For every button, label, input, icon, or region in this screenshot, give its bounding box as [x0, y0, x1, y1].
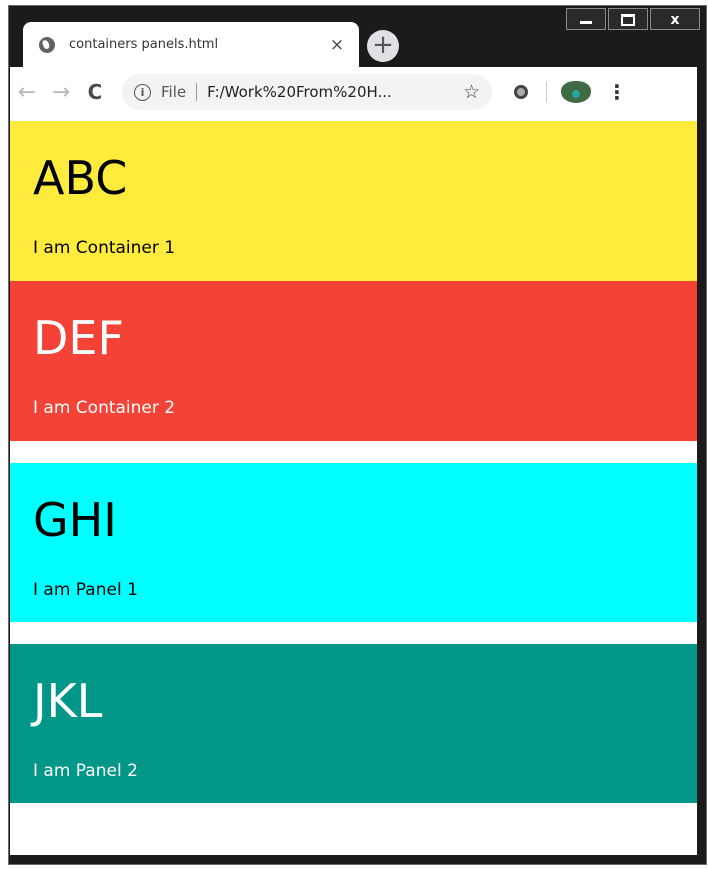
new-tab-button[interactable]: + — [367, 30, 399, 62]
profile-avatar[interactable] — [561, 81, 591, 103]
container-2-text: I am Container 2 — [33, 398, 176, 418]
extension-icon[interactable] — [514, 85, 528, 99]
container-1-heading: ABC — [33, 151, 128, 205]
address-bar[interactable]: i File F:/Work%20From%20H... ☆ — [122, 74, 492, 110]
panel-2-heading: JKL — [33, 674, 103, 728]
url-text[interactable]: F:/Work%20From%20H... — [207, 83, 463, 101]
container-2: DEF I am Container 2 — [10, 281, 697, 441]
scheme-label: File — [161, 83, 187, 101]
container-1-text: I am Container 1 — [33, 238, 176, 258]
tab-title: containers panels.html — [69, 37, 219, 52]
back-button[interactable]: ← — [10, 80, 44, 105]
minimize-icon — [580, 21, 592, 24]
menu-icon[interactable]: ⋮ — [607, 80, 627, 104]
panel-1-heading: GHI — [33, 493, 117, 547]
browser-toolbar: ← → C i File F:/Work%20From%20H... ☆ ⋮ — [10, 67, 697, 117]
panel-2-text: I am Panel 2 — [33, 761, 138, 781]
panel-1-text: I am Panel 1 — [33, 580, 138, 600]
toolbar-divider — [546, 82, 547, 102]
globe-icon — [39, 36, 55, 53]
info-icon[interactable]: i — [134, 83, 151, 101]
panel-1: GHI I am Panel 1 — [10, 463, 697, 622]
window-controls: x — [566, 8, 700, 30]
minimize-button[interactable] — [566, 8, 606, 30]
close-window-button[interactable]: x — [650, 8, 700, 30]
page-viewport: ABC I am Container 1 DEF I am Container … — [10, 117, 697, 855]
omnibox-divider — [196, 83, 198, 101]
tab-containers-panels[interactable]: containers panels.html × — [23, 22, 359, 67]
maximize-icon — [621, 14, 635, 26]
forward-button[interactable]: → — [44, 80, 78, 105]
container-2-heading: DEF — [33, 311, 124, 365]
bookmark-star-icon[interactable]: ☆ — [463, 81, 480, 103]
container-1: ABC I am Container 1 — [10, 121, 697, 281]
panel-2: JKL I am Panel 2 — [10, 644, 697, 803]
maximize-button[interactable] — [608, 8, 648, 30]
tab-close-icon[interactable]: × — [327, 35, 347, 55]
reload-button[interactable]: C — [78, 80, 112, 104]
